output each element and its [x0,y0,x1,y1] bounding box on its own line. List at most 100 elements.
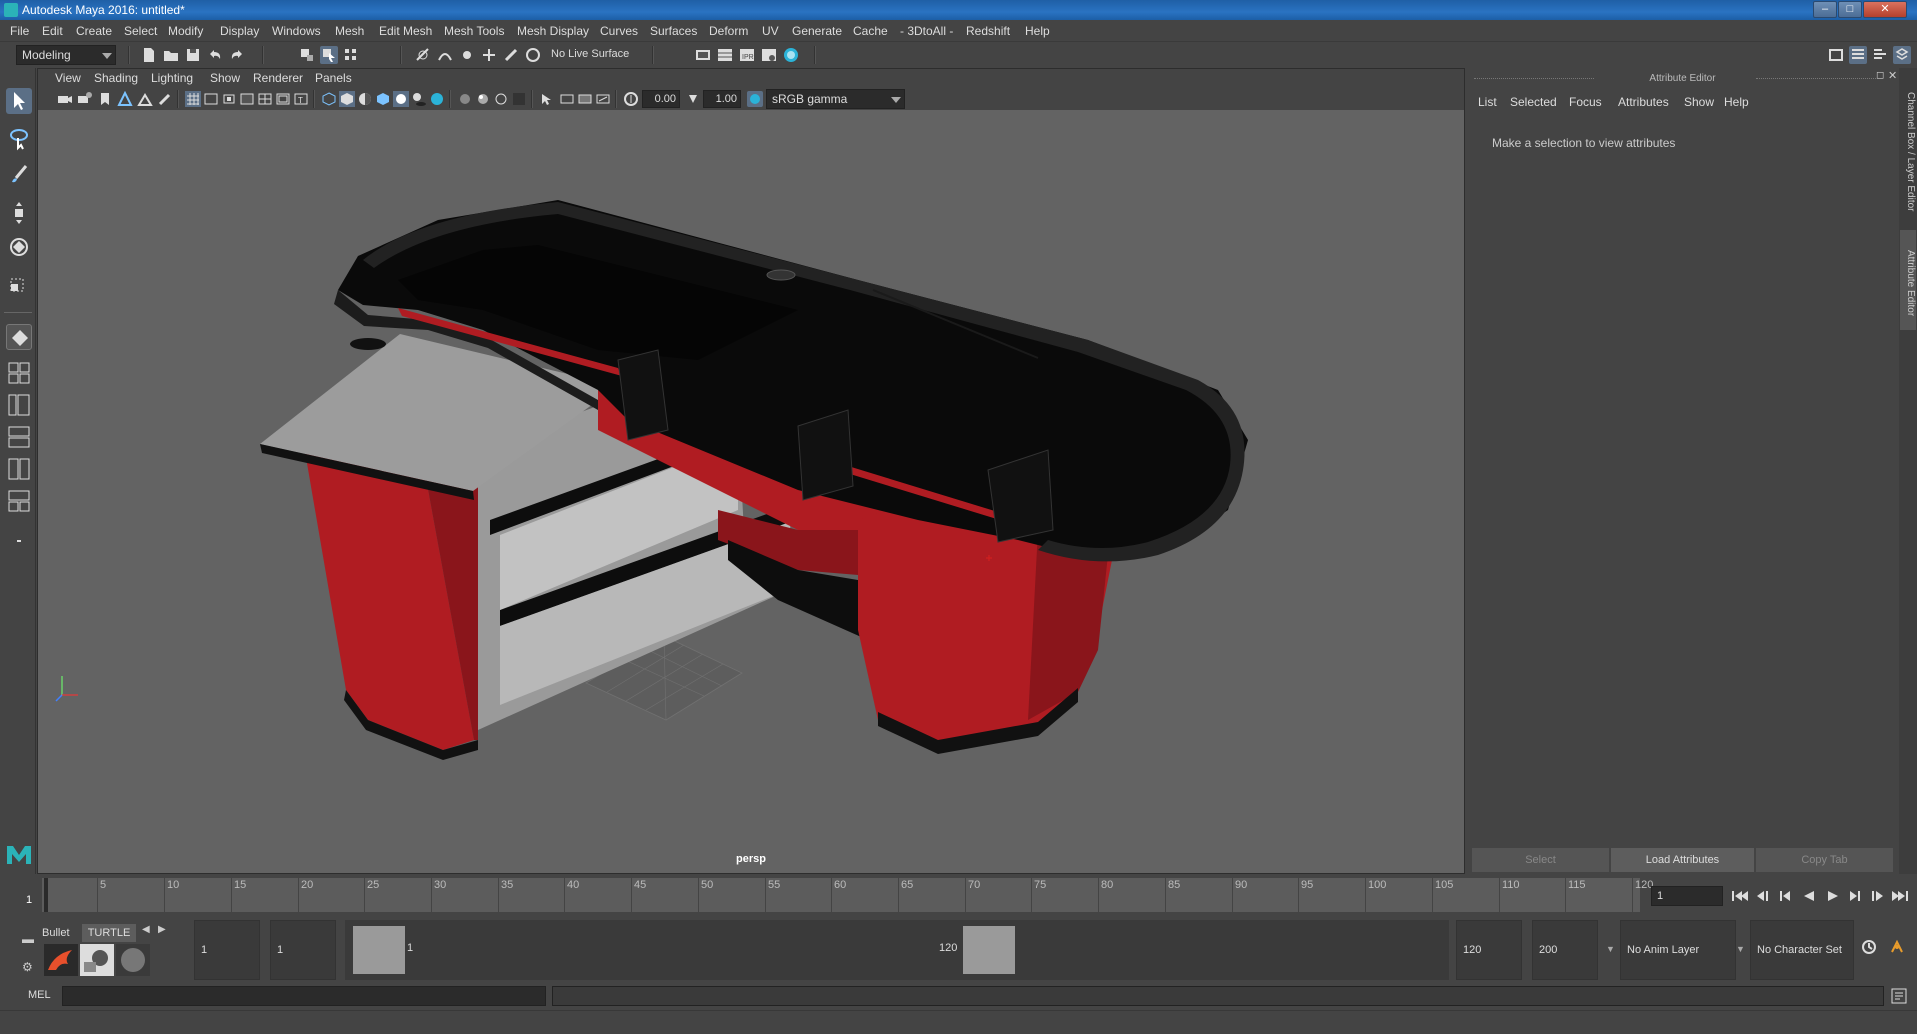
gamma-icon[interactable] [577,91,593,107]
resolution-gate-icon[interactable] [221,91,237,107]
safe-title-icon[interactable]: T [293,91,309,107]
animation-preferences-icon[interactable] [1888,938,1906,956]
tool-settings-icon[interactable] [1871,46,1889,64]
image-plane-icon[interactable] [117,91,133,107]
range-end-handle[interactable] [963,926,1015,974]
ae-select-button[interactable]: Select [1472,848,1609,872]
film-gate-icon[interactable] [203,91,219,107]
hypershade-icon[interactable] [782,46,800,64]
channel-box-icon[interactable] [1893,46,1911,64]
current-time-indicator[interactable] [44,878,48,912]
exposure-field[interactable]: 0.00 [642,90,680,108]
wireframe-icon[interactable] [321,91,337,107]
end-time-field[interactable]: 200 [1532,920,1598,980]
bookmark-icon[interactable] [97,91,113,107]
playback-end-field[interactable]: 120 [1456,920,1522,980]
menu-edit-mesh[interactable]: Edit Mesh [379,24,432,38]
ipr-render-icon[interactable]: IPR [738,46,756,64]
select-object-icon[interactable] [320,46,338,64]
open-scene-icon[interactable] [162,46,180,64]
snap-view-plane-icon[interactable] [480,46,498,64]
xray-icon[interactable] [429,91,445,107]
anim-layer-arrow-icon[interactable]: ▼ [1606,944,1615,954]
gamma-adjust-icon[interactable] [685,91,701,107]
ae-menu-attributes[interactable]: Attributes [1618,95,1669,109]
start-time-field[interactable]: 1 [194,920,260,980]
menu-select[interactable]: Select [124,24,157,38]
redo-icon[interactable] [228,46,246,64]
camera-attributes-icon[interactable] [77,91,93,107]
shadows-icon[interactable] [411,91,427,107]
scale-tool[interactable] [6,270,32,296]
shelf-material-icon[interactable] [80,944,114,976]
ambient-occlusion-icon[interactable] [475,91,491,107]
command-input[interactable] [62,986,546,1006]
two-d-pan-zoom-icon[interactable] [137,91,153,107]
menu-uv[interactable]: UV [762,24,779,38]
character-set-dropdown[interactable]: No Character Set [1750,920,1854,980]
menu-windows[interactable]: Windows [272,24,321,38]
time-slider-track[interactable]: 5 10 15 20 25 30 35 40 45 50 55 60 65 70 75 80 85 90 95 100… [42,878,1653,912]
maximize-button[interactable]: □ [1838,1,1862,18]
lasso-tool[interactable] [6,126,32,152]
playback-start-field[interactable]: 1 [270,920,336,980]
select-tool[interactable] [6,88,32,114]
ae-menu-selected[interactable]: Selected [1510,95,1557,109]
menu-edit[interactable]: Edit [42,24,63,38]
four-view-layout[interactable] [6,360,32,386]
menu-3dtoall[interactable]: - 3DtoAll - [900,24,953,38]
snap-grid-icon[interactable] [414,46,432,64]
auto-key-icon[interactable] [1860,938,1878,956]
anti-aliasing-icon[interactable] [511,91,527,107]
menu-deform[interactable]: Deform [709,24,748,38]
safe-action-icon[interactable] [275,91,291,107]
snap-projected-center-icon[interactable] [524,46,542,64]
select-camera-icon[interactable] [57,91,73,107]
panel-menu-view[interactable]: View [55,71,81,85]
undo-icon[interactable] [206,46,224,64]
snap-curve-icon[interactable] [436,46,454,64]
menu-display[interactable]: Display [220,24,259,38]
menu-mesh[interactable]: Mesh [335,24,364,38]
menu-help[interactable]: Help [1025,24,1050,38]
color-space-dropdown[interactable]: sRGB gamma [766,89,905,109]
snap-point-icon[interactable] [458,46,476,64]
persp-outliner-layout[interactable] [6,392,32,418]
script-editor-icon[interactable] [1890,987,1908,1005]
field-chart-icon[interactable] [257,91,273,107]
minimize-button[interactable]: – [1813,1,1837,18]
panel-menu-lighting[interactable]: Lighting [151,71,193,85]
shelf-tab-turtle[interactable]: TURTLE [82,924,136,942]
shelf-scroll-left-icon[interactable]: ◀ [142,924,150,935]
ae-copy-tab-button[interactable]: Copy Tab [1756,848,1893,872]
textured-icon[interactable] [375,91,391,107]
snap-live-icon[interactable] [502,46,520,64]
persp-graph-layout[interactable] [6,424,32,450]
modeling-toolkit-icon[interactable] [1827,46,1845,64]
menu-mesh-tools[interactable]: Mesh Tools [444,24,504,38]
viewport-3d[interactable]: persp [38,110,1464,873]
attribute-editor-tab[interactable]: Attribute Editor [1900,230,1916,330]
menu-redshift[interactable]: Redshift [966,24,1010,38]
move-tool[interactable] [6,200,32,226]
isolate-select-icon[interactable] [539,91,555,107]
current-frame-field[interactable]: 1 [1651,886,1723,906]
menu-create[interactable]: Create [76,24,112,38]
ae-menu-list[interactable]: List [1478,95,1497,109]
ae-menu-focus[interactable]: Focus [1569,95,1602,109]
gate-mask-icon[interactable] [239,91,255,107]
panel-menu-show[interactable]: Show [210,71,240,85]
channel-box-tab[interactable]: Channel Box / Layer Editor [1900,74,1916,224]
color-management-icon[interactable] [747,91,763,107]
shelf-scroll-right-icon[interactable]: ▶ [158,924,166,935]
render-settings-icon[interactable] [760,46,778,64]
menu-surfaces[interactable]: Surfaces [650,24,697,38]
range-bar-track[interactable]: 1 120 [345,920,1449,980]
command-language-label[interactable]: MEL [28,989,51,1001]
grease-pencil-icon[interactable] [157,91,173,107]
render-frame-icon[interactable] [716,46,734,64]
shelf-menu-icon[interactable]: ▬ [22,932,34,946]
character-set-arrow-icon[interactable]: ▼ [1736,944,1745,954]
persp-render-layout[interactable] [6,488,32,514]
panel-menu-renderer[interactable]: Renderer [253,71,303,85]
